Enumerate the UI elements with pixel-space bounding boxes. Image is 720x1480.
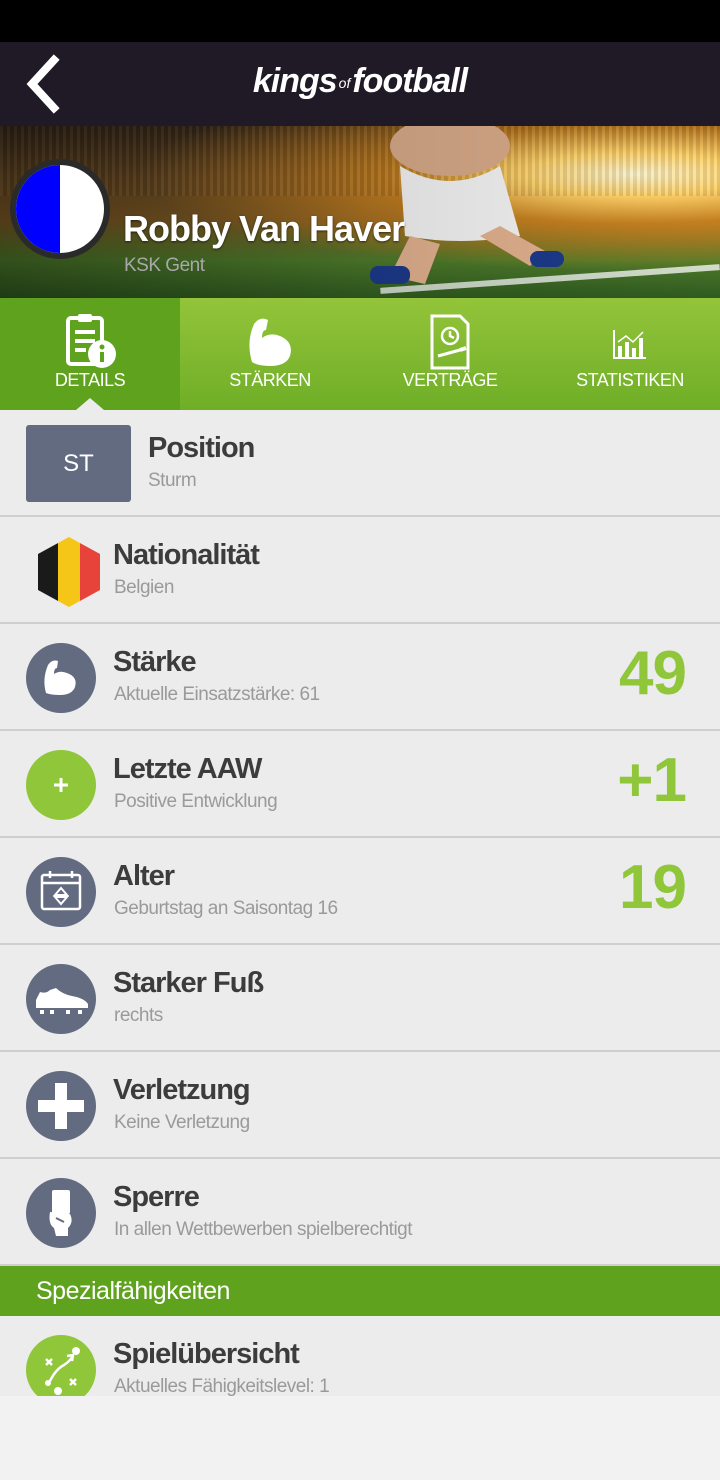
suspension-icon-circle bbox=[26, 1178, 96, 1248]
special-abilities-header: Spezialfähigkeiten bbox=[0, 1266, 720, 1316]
strength-row: Stärke Aktuelle Einsatzstärke: 61 49 bbox=[0, 624, 720, 731]
age-sub: Geburtstag an Saisontag 16 bbox=[114, 898, 338, 919]
age-row: Alter Geburtstag an Saisontag 16 19 bbox=[0, 838, 720, 945]
last-aaw-row: Letzte AAW Positive Entwicklung +1 bbox=[0, 731, 720, 838]
calendar-icon bbox=[40, 871, 82, 911]
age-title: Alter bbox=[113, 860, 175, 892]
suspension-row: Sperre In allen Wettbewerben spielberech… bbox=[0, 1159, 720, 1266]
strong-foot-row: Starker Fuß rechts bbox=[0, 945, 720, 1052]
crest-blue-half bbox=[16, 165, 60, 253]
details-list: ST Position Sturm Nationalität Belgien S… bbox=[0, 410, 720, 1396]
position-badge: ST bbox=[26, 425, 131, 502]
special-ability-title: Spielübersicht bbox=[113, 1338, 300, 1370]
special-ability-sub: Aktuelles Fähigkeitslevel: 1 bbox=[114, 1376, 330, 1396]
strength-icon-circle bbox=[26, 643, 96, 713]
plus-icon-circle bbox=[26, 750, 96, 820]
plus-icon bbox=[54, 778, 68, 792]
special-ability-row[interactable]: Spielübersicht Aktuelles Fähigkeitslevel… bbox=[0, 1316, 720, 1396]
position-value: Sturm bbox=[148, 470, 197, 491]
app-logo: kings offootball bbox=[252, 62, 468, 100]
tab-vertraege-label: VERTRÄGE bbox=[402, 370, 498, 390]
app-bar: kings offootball bbox=[0, 42, 720, 126]
status-bar bbox=[0, 0, 720, 42]
injury-row: Verletzung Keine Verletzung bbox=[0, 1052, 720, 1159]
strength-sub: Aktuelle Einsatzstärke: 61 bbox=[114, 684, 320, 705]
tab-details[interactable]: DETAILS bbox=[0, 298, 180, 410]
contract-clock-icon bbox=[430, 314, 470, 370]
tactics-icon-circle bbox=[26, 1335, 96, 1396]
active-tab-caret bbox=[76, 398, 104, 410]
nationality-value: Belgien bbox=[114, 577, 174, 598]
injury-value: Keine Verletzung bbox=[114, 1112, 250, 1133]
referee-card-icon bbox=[49, 1190, 72, 1236]
player-name: Robby Van Haver bbox=[123, 208, 405, 249]
tab-bar: DETAILS STÄRKEN VERTRÄGE STATISTIKEN bbox=[0, 298, 720, 410]
last-aaw-sub: Positive Entwicklung bbox=[114, 791, 278, 812]
age-icon-circle bbox=[26, 857, 96, 927]
club-crest bbox=[10, 159, 110, 259]
flexed-arm-icon bbox=[44, 660, 76, 695]
nationality-title: Nationalität bbox=[113, 539, 260, 571]
foot-icon-circle bbox=[26, 964, 96, 1034]
last-aaw-title: Letzte AAW bbox=[113, 753, 262, 785]
strong-foot-value: rechts bbox=[114, 1005, 163, 1026]
injury-icon-circle bbox=[26, 1071, 96, 1141]
player-header: Robby Van Haver KSK Gent bbox=[0, 126, 720, 298]
strength-value: 49 bbox=[619, 639, 687, 708]
medical-cross-icon bbox=[38, 1083, 84, 1129]
nationality-row: Nationalität Belgien bbox=[0, 517, 720, 624]
last-aaw-value: +1 bbox=[617, 746, 687, 815]
football-boot-icon bbox=[36, 988, 88, 1014]
tactics-board-icon bbox=[45, 1347, 80, 1395]
tab-staerken[interactable]: STÄRKEN bbox=[180, 298, 360, 410]
bar-chart-icon bbox=[613, 330, 646, 359]
suspension-value: In allen Wettbewerben spielberechtigt bbox=[114, 1219, 413, 1240]
position-title: Position bbox=[148, 432, 255, 464]
strong-foot-title: Starker Fuß bbox=[113, 967, 264, 999]
document-info-icon bbox=[66, 314, 116, 368]
position-row: ST Position Sturm bbox=[0, 410, 720, 517]
suspension-title: Sperre bbox=[113, 1181, 200, 1213]
injury-title: Verletzung bbox=[113, 1074, 251, 1106]
tab-staerken-label: STÄRKEN bbox=[229, 370, 311, 390]
tab-statistiken[interactable]: STATISTIKEN bbox=[540, 298, 720, 410]
tab-vertraege[interactable]: VERTRÄGE bbox=[360, 298, 540, 410]
belgium-flag-icon bbox=[38, 537, 100, 607]
tab-details-label: DETAILS bbox=[54, 370, 126, 390]
tab-statistiken-label: STATISTIKEN bbox=[576, 370, 684, 390]
age-value: 19 bbox=[619, 853, 687, 922]
player-club: KSK Gent bbox=[124, 255, 205, 276]
flexed-arm-icon bbox=[249, 318, 291, 366]
strength-title: Stärke bbox=[113, 646, 197, 678]
